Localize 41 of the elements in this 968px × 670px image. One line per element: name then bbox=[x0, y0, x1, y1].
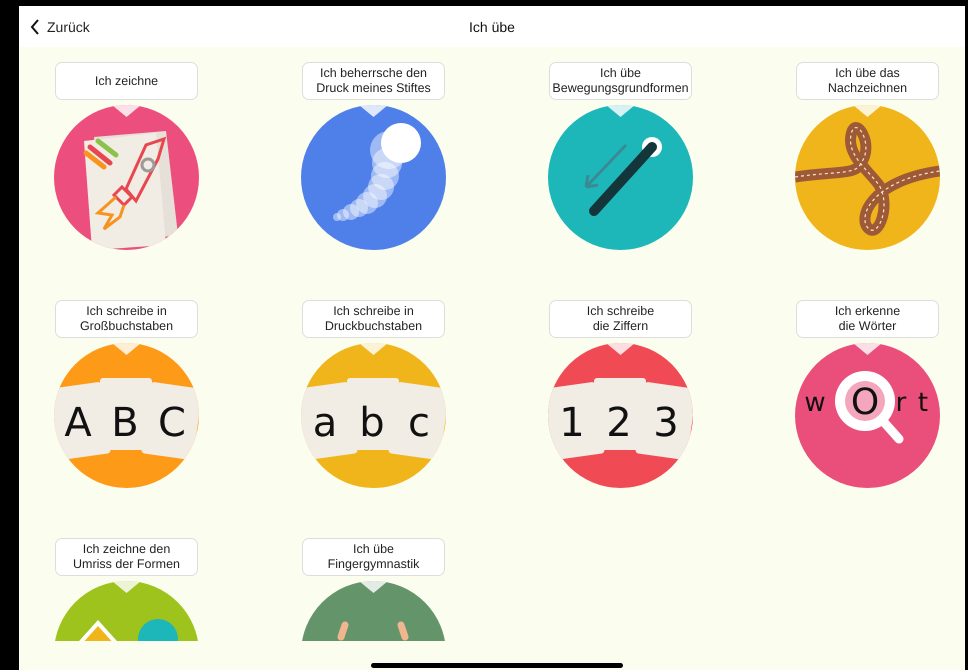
pointer-tip bbox=[359, 581, 388, 593]
pointer-tip bbox=[112, 581, 141, 593]
pointer-tip bbox=[359, 343, 388, 355]
tile-label: Ich übe Bewegungsgrundformen bbox=[549, 62, 692, 100]
card-letter: 3 bbox=[653, 400, 679, 446]
tile-label: Ich übe Fingergymnastik bbox=[302, 538, 445, 576]
word-letter: O bbox=[850, 382, 880, 423]
pointer-tip bbox=[606, 343, 635, 355]
chevron-left-icon bbox=[30, 18, 40, 34]
word-letter: r bbox=[896, 388, 906, 418]
tile-label: Ich schreibe in Druckbuchstaben bbox=[302, 300, 445, 338]
tile-label: Ich erkenne die Wörter bbox=[796, 300, 939, 338]
screen-title: Ich übe bbox=[469, 18, 515, 34]
pointer-tip bbox=[853, 343, 882, 355]
pointer-tip bbox=[359, 105, 388, 117]
back-button[interactable]: Zurück bbox=[19, 18, 90, 34]
word-letter: w bbox=[804, 388, 826, 418]
tile-label: Ich zeichne bbox=[55, 62, 198, 100]
tile-label: Ich schreibe die Ziffern bbox=[549, 300, 692, 338]
pointer-tip bbox=[606, 105, 635, 117]
exercise-tile[interactable]: w O r t bbox=[795, 343, 940, 488]
exercise-tile[interactable]: 1 2 3 bbox=[548, 343, 693, 488]
card-letter: C bbox=[158, 400, 186, 446]
tile-label: Ich zeichne den Umriss der Formen bbox=[55, 538, 198, 576]
card-letter: c bbox=[408, 400, 430, 446]
tile-label: Ich beherrsche den Druck meines Stiftes bbox=[302, 62, 445, 100]
hands-drawing bbox=[338, 622, 408, 640]
card-letter: A bbox=[64, 400, 92, 446]
card-letter: B bbox=[111, 400, 139, 446]
exercise-tile[interactable]: a b c bbox=[301, 343, 446, 488]
pointer-tip bbox=[112, 105, 141, 117]
card-letter: a bbox=[312, 400, 338, 446]
pointer-tip bbox=[112, 343, 141, 355]
card-letter: b bbox=[359, 400, 385, 446]
tile-label: Ich schreibe in Großbuchstaben bbox=[55, 300, 198, 338]
tile-label: Ich übe das Nachzeichnen bbox=[796, 62, 939, 100]
exercise-tile[interactable]: A B C bbox=[54, 343, 199, 488]
word-letter: t bbox=[918, 388, 928, 418]
pointer-tip bbox=[853, 105, 882, 117]
card-letter: 2 bbox=[606, 400, 632, 446]
card-letter: 1 bbox=[559, 400, 585, 446]
